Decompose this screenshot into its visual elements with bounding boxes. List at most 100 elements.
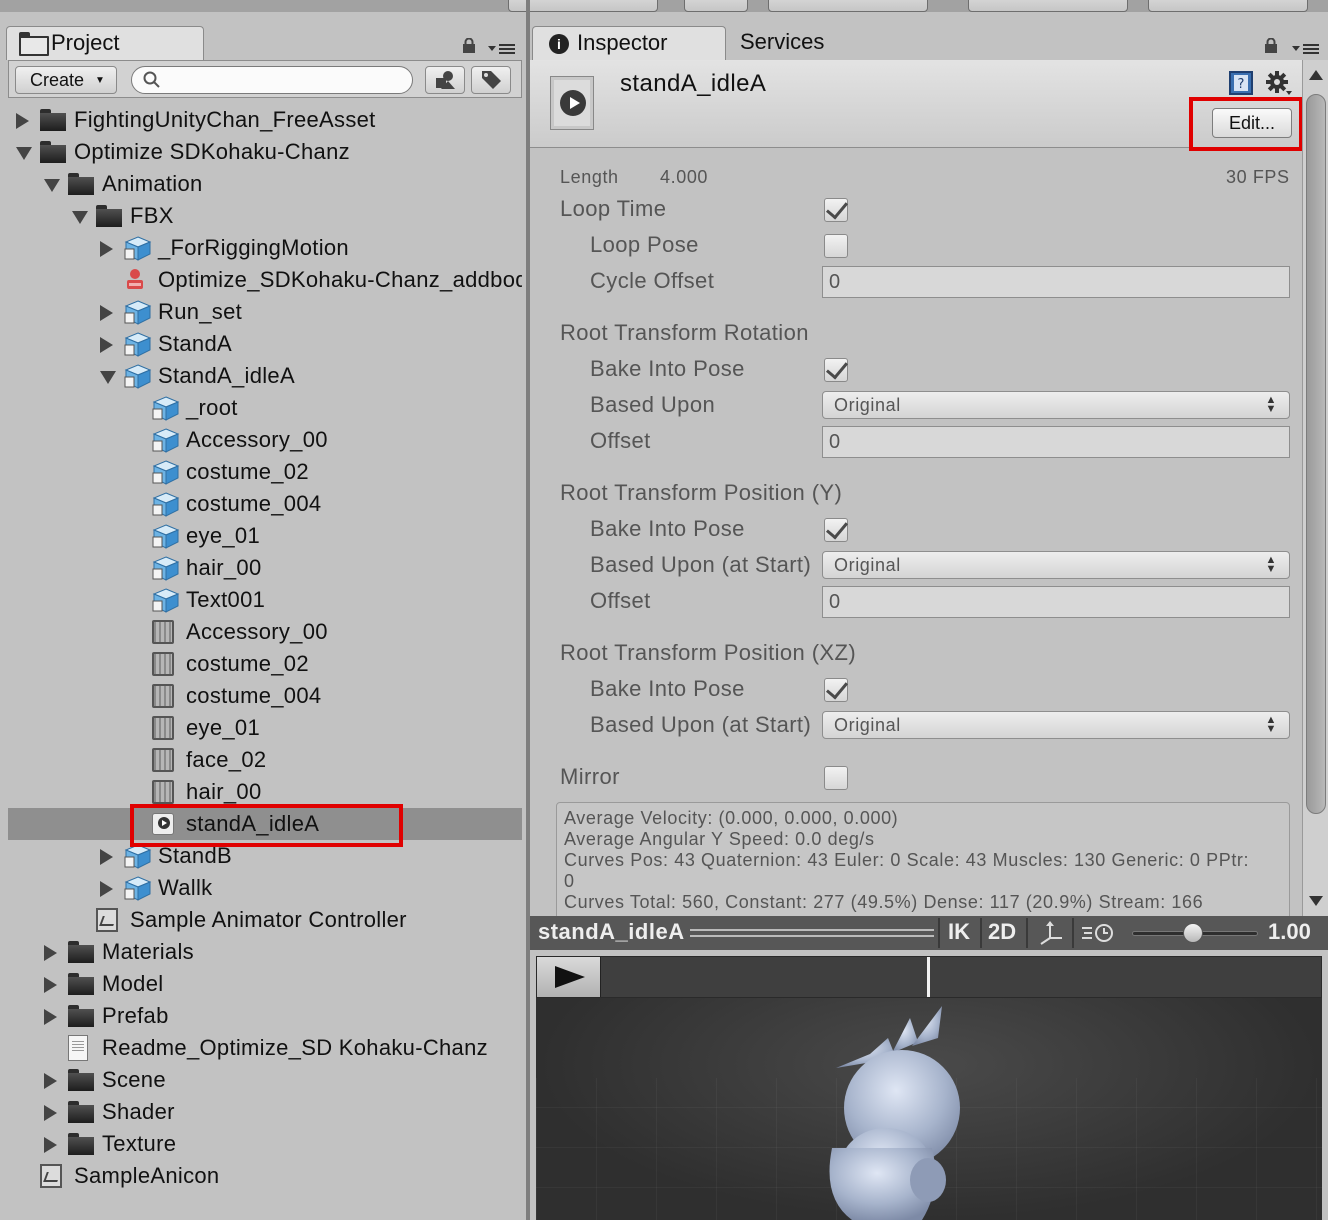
- expand-arrow-down-icon[interactable]: [100, 371, 116, 384]
- tree-item[interactable]: eye_01: [8, 520, 522, 552]
- model-prefab-icon: [152, 491, 180, 517]
- filter-by-type-button[interactable]: [425, 66, 465, 94]
- timeline-playhead[interactable]: [927, 957, 930, 997]
- panel-menu-icon[interactable]: [488, 42, 516, 56]
- expand-arrow-right-icon[interactable]: [100, 337, 113, 353]
- expand-arrow-right-icon[interactable]: [44, 977, 57, 993]
- tab-project[interactable]: Project: [6, 26, 204, 60]
- toolbar-layers-button[interactable]: [968, 0, 1128, 12]
- preview-timeline[interactable]: [536, 956, 1322, 998]
- tree-item[interactable]: Sample Animator Controller: [8, 904, 522, 936]
- tree-item[interactable]: Accessory_00: [8, 424, 522, 456]
- tree-item[interactable]: face_02: [8, 744, 522, 776]
- gear-icon[interactable]: [1264, 70, 1294, 98]
- position-y-bake-checkbox[interactable]: [824, 518, 848, 542]
- expand-arrow-right-icon[interactable]: [100, 241, 113, 257]
- expand-arrow-down-icon[interactable]: [72, 211, 88, 224]
- position-xz-bake-checkbox[interactable]: [824, 678, 848, 702]
- rotation-offset-field[interactable]: 0: [822, 426, 1290, 458]
- position-xz-based-dropdown[interactable]: Original ▲ ▼: [822, 711, 1290, 739]
- expand-arrow-right-icon[interactable]: [100, 305, 113, 321]
- tree-item[interactable]: Text001: [8, 584, 522, 616]
- expand-arrow-right-icon[interactable]: [100, 849, 113, 865]
- toolbar-collab-button[interactable]: [508, 0, 658, 12]
- tree-item[interactable]: Model: [8, 968, 522, 1000]
- tree-item[interactable]: Prefab: [8, 1000, 522, 1032]
- tree-item[interactable]: costume_02: [8, 648, 522, 680]
- length-value: 4.000: [660, 167, 709, 187]
- expand-arrow-down-icon[interactable]: [44, 179, 60, 192]
- tree-item[interactable]: Optimize_SDKohaku-Chanz_addbody: [8, 264, 522, 296]
- expand-arrow-right-icon[interactable]: [44, 1009, 57, 1025]
- lock-icon[interactable]: [462, 37, 476, 53]
- expand-arrow-down-icon[interactable]: [16, 147, 32, 160]
- expand-arrow-right-icon[interactable]: [44, 1137, 57, 1153]
- preview-drag-bar[interactable]: [690, 929, 934, 937]
- mirror-checkbox[interactable]: [824, 766, 848, 790]
- scroll-up-arrow[interactable]: [1309, 70, 1323, 80]
- tree-item[interactable]: costume_02: [8, 456, 522, 488]
- filter-by-label-button[interactable]: [471, 66, 511, 94]
- tree-item[interactable]: StandA_idleA: [8, 360, 522, 392]
- rotation-bake-checkbox[interactable]: [824, 358, 848, 382]
- scrollbar-thumb[interactable]: [1306, 94, 1326, 814]
- tree-item[interactable]: StandA: [8, 328, 522, 360]
- position-y-based-dropdown[interactable]: Original ▲ ▼: [822, 551, 1290, 579]
- tree-item[interactable]: Accessory_00: [8, 616, 522, 648]
- tree-item[interactable]: costume_004: [8, 488, 522, 520]
- tree-item[interactable]: Texture: [8, 1128, 522, 1160]
- folder-icon: [40, 141, 66, 163]
- position-xz-section-title: Root Transform Position (XZ): [560, 640, 857, 665]
- tree-item[interactable]: Run_set: [8, 296, 522, 328]
- tree-item[interactable]: Readme_Optimize_SD Kohaku-Chanz: [8, 1032, 522, 1064]
- expand-arrow-right-icon[interactable]: [44, 1073, 57, 1089]
- create-button[interactable]: Create ▼: [15, 66, 117, 94]
- tree-item[interactable]: costume_004: [8, 680, 522, 712]
- tree-item[interactable]: Animation: [8, 168, 522, 200]
- tab-services[interactable]: Services: [728, 26, 878, 60]
- tab-inspector[interactable]: i Inspector: [532, 26, 726, 60]
- rotation-based-dropdown[interactable]: Original ▲ ▼: [822, 391, 1290, 419]
- tree-item[interactable]: Materials: [8, 936, 522, 968]
- loop-time-checkbox[interactable]: [824, 198, 848, 222]
- 2d-toggle[interactable]: 2D: [988, 916, 1016, 950]
- tree-item[interactable]: FightingUnityChan_FreeAsset: [8, 104, 522, 136]
- tree-item[interactable]: _ForRiggingMotion: [8, 232, 522, 264]
- tree-item[interactable]: FBX: [8, 200, 522, 232]
- expand-arrow-right-icon[interactable]: [44, 945, 57, 961]
- tree-item[interactable]: eye_01: [8, 712, 522, 744]
- speed-slider-thumb[interactable]: [1183, 923, 1203, 943]
- toolbar-account-button[interactable]: [768, 0, 928, 12]
- expand-arrow-right-icon[interactable]: [44, 1105, 57, 1121]
- lock-icon[interactable]: [1264, 37, 1278, 54]
- pivot-icon[interactable]: [1036, 918, 1066, 948]
- position-y-offset-field[interactable]: 0: [822, 586, 1290, 618]
- tree-item[interactable]: Scene: [8, 1064, 522, 1096]
- folder-icon: [68, 1005, 94, 1027]
- scroll-down-arrow[interactable]: [1309, 896, 1323, 906]
- toolbar-layout-button[interactable]: [1148, 0, 1308, 12]
- help-icon[interactable]: ?: [1228, 70, 1254, 96]
- toolbar-cloud-button[interactable]: [684, 0, 748, 12]
- inspector-scrollbar[interactable]: [1302, 60, 1328, 916]
- tree-item[interactable]: Shader: [8, 1096, 522, 1128]
- tree-item-label: Materials: [102, 939, 194, 964]
- tree-item[interactable]: Optimize SDKohaku-Chanz: [8, 136, 522, 168]
- tree-item[interactable]: SampleAnicon: [8, 1160, 522, 1192]
- search-input[interactable]: [131, 66, 413, 94]
- tree-item-label: FightingUnityChan_FreeAsset: [74, 107, 376, 132]
- mesh-icon: [152, 716, 174, 740]
- expand-arrow-right-icon[interactable]: [16, 113, 29, 129]
- play-button[interactable]: [537, 957, 601, 997]
- panel-menu-icon[interactable]: [1292, 42, 1322, 56]
- cycle-offset-field[interactable]: 0: [822, 266, 1290, 298]
- model-prefab-icon: [152, 587, 180, 613]
- loop-pose-checkbox[interactable]: [824, 234, 848, 258]
- preview-viewport[interactable]: [536, 998, 1322, 1220]
- tree-item-label: costume_004: [186, 683, 322, 708]
- ik-toggle[interactable]: IK: [948, 916, 970, 950]
- tree-item[interactable]: Wallk: [8, 872, 522, 904]
- expand-arrow-right-icon[interactable]: [100, 881, 113, 897]
- tree-item[interactable]: _root: [8, 392, 522, 424]
- tree-item[interactable]: hair_00: [8, 552, 522, 584]
